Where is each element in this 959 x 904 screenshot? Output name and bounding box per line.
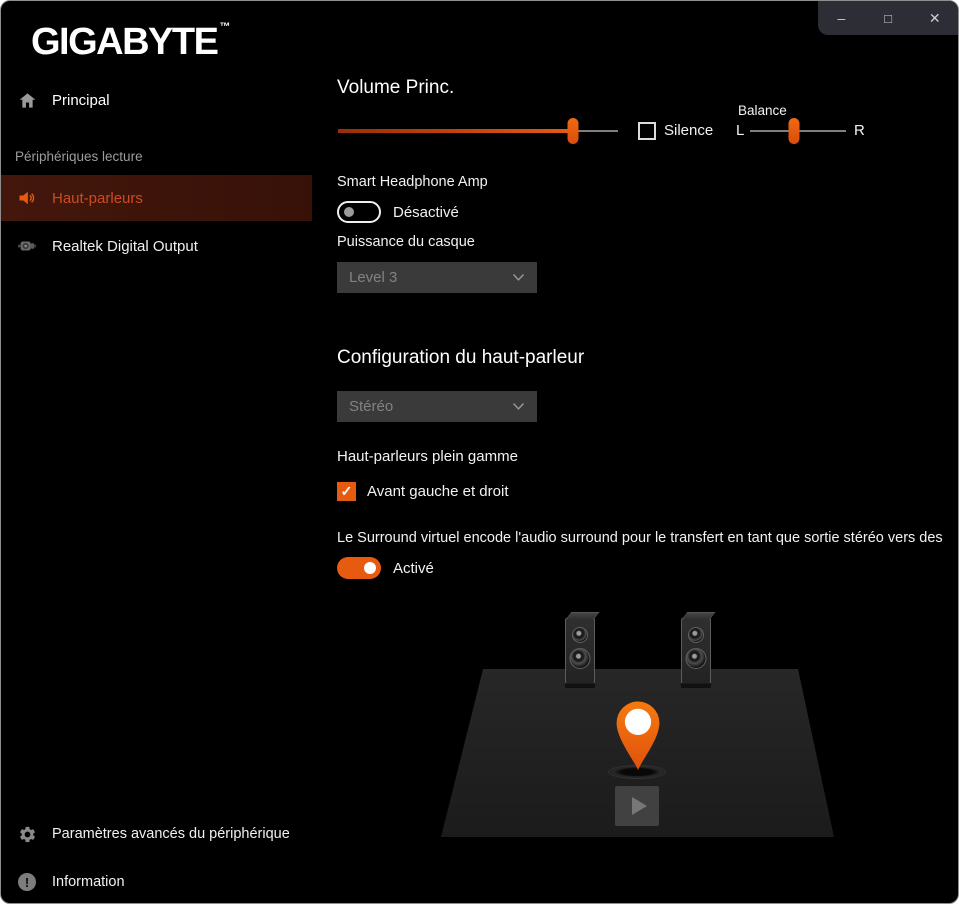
virtual-surround-state: Activé [393, 560, 434, 577]
home-icon [17, 90, 37, 110]
toggle-knob [344, 207, 354, 217]
silence-label: Silence [664, 122, 713, 139]
volume-fill [338, 129, 573, 133]
virtual-surround-description: Le Surround virtuel encode l'audio surro… [337, 530, 958, 546]
front-left-right-label: Avant gauche et droit [367, 483, 509, 500]
full-range-label: Haut-parleurs plein gamme [337, 448, 518, 465]
sidebar-item-label: Principal [52, 92, 110, 109]
listener-position-pin[interactable] [610, 700, 666, 772]
volume-thumb[interactable] [568, 118, 579, 144]
trademark-symbol: ™ [219, 21, 230, 33]
speaker-config-select[interactable]: Stéréo [337, 391, 537, 422]
gigabyte-logo: GIGABYTE™ [31, 22, 230, 61]
sidebar-item-principal[interactable]: Principal [1, 85, 312, 115]
gear-icon [17, 824, 37, 844]
titlebar: – □ ✕ [818, 1, 958, 35]
toggle-knob [364, 562, 376, 574]
speaker-config-title: Configuration du haut-parleur [337, 347, 584, 369]
front-left-right-checkbox[interactable]: ✓ [337, 482, 356, 501]
sidebar-item-realtek-digital-output[interactable]: Realtek Digital Output [1, 232, 312, 260]
headphone-power-label: Puissance du casque [337, 234, 475, 250]
smart-amp-toggle[interactable] [337, 201, 381, 223]
speaker-driver [688, 627, 704, 643]
selected-value: Level 3 [349, 269, 397, 286]
chevron-down-icon [512, 273, 525, 282]
speaker-icon [17, 188, 37, 208]
minimize-button[interactable]: – [818, 1, 865, 35]
balance-label: Balance [738, 103, 787, 118]
sidebar-item-label: Paramètres avancés du périphérique [52, 826, 290, 842]
master-volume-slider[interactable] [338, 118, 618, 144]
volume-title: Volume Princ. [337, 77, 454, 99]
sidebar-item-advanced-settings[interactable]: Paramètres avancés du périphérique [1, 819, 312, 849]
sidebar-item-label: Haut-parleurs [52, 190, 143, 207]
info-icon: ! [17, 872, 37, 892]
right-speaker-illustration [681, 618, 711, 684]
headphone-power-select[interactable]: Level 3 [337, 262, 537, 293]
speaker-driver [572, 627, 588, 643]
smart-amp-label: Smart Headphone Amp [337, 174, 488, 190]
selected-value: Stéréo [349, 398, 393, 415]
balance-left-label: L [736, 122, 744, 139]
sidebar-item-label: Information [52, 874, 125, 890]
app-window: – □ ✕ GIGABYTE™ Principal Périphériques … [0, 0, 959, 904]
sidebar-item-speakers[interactable]: Haut-parleurs [1, 175, 312, 221]
optical-output-icon [17, 236, 37, 256]
silence-checkbox[interactable] [638, 122, 656, 140]
close-button[interactable]: ✕ [911, 1, 958, 35]
balance-slider[interactable] [750, 118, 846, 144]
sidebar-item-information[interactable]: ! Information [1, 867, 312, 897]
left-speaker-illustration [565, 618, 595, 684]
smart-amp-state: Désactivé [393, 204, 459, 221]
play-icon [632, 797, 647, 815]
maximize-button[interactable]: □ [865, 1, 912, 35]
balance-right-label: R [854, 122, 865, 139]
playback-devices-header: Périphériques lecture [15, 149, 143, 164]
balance-thumb[interactable] [789, 118, 800, 144]
checkmark-icon: ✓ [341, 483, 353, 500]
chevron-down-icon [512, 402, 525, 411]
virtual-surround-toggle[interactable] [337, 557, 381, 579]
speaker-driver [686, 648, 707, 669]
sidebar-item-label: Realtek Digital Output [52, 238, 198, 255]
play-test-button[interactable] [615, 786, 659, 826]
speaker-driver [570, 648, 591, 669]
